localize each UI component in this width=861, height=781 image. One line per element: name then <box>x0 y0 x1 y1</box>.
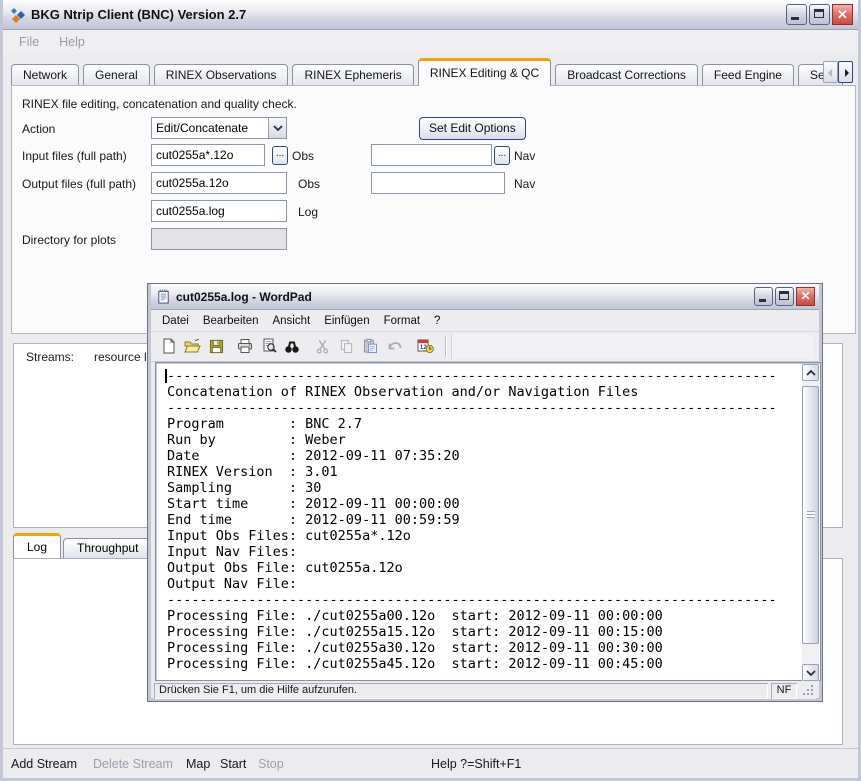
new-document-icon[interactable] <box>159 336 179 356</box>
wordpad-menubar: Datei Bearbeiten Ansicht Einfügen Format… <box>151 310 819 332</box>
tab-rinex-observations[interactable]: RINEX Observations <box>154 64 289 86</box>
wp-menu-bearbeiten[interactable]: Bearbeiten <box>196 313 266 329</box>
maximize-button[interactable] <box>809 4 830 25</box>
wordpad-window: cut0255a.log - WordPad ✕ Datei Bearbeite… <box>148 284 822 701</box>
print-icon[interactable] <box>235 336 255 356</box>
output-obs-suffix-label: Obs <box>298 177 320 191</box>
wp-menu-einfuegen[interactable]: Einfügen <box>317 313 376 329</box>
add-stream-button[interactable]: Add Stream <box>11 757 77 771</box>
tab-throughput[interactable]: Throughput <box>63 538 152 558</box>
date-time-icon[interactable]: 12 <box>415 336 435 356</box>
tab-bar: Network General RINEX Observations RINEX… <box>11 58 856 86</box>
toolbar-empty-area <box>451 334 813 359</box>
save-icon[interactable] <box>206 336 226 356</box>
action-select[interactable]: Edit/Concatenate <box>151 117 287 139</box>
tab-scroll-left-icon[interactable] <box>823 61 838 83</box>
output-nav-field[interactable] <box>371 172 505 194</box>
help-shortcut-button[interactable]: Help ?=Shift+F1 <box>431 757 521 771</box>
wp-menu-hilfe[interactable]: ? <box>427 313 447 329</box>
plots-dir-field <box>151 228 287 250</box>
log-file-text: ----------------------------------------… <box>167 368 777 672</box>
wordpad-toolbar: 12 <box>151 332 819 362</box>
scrollbar-thumb[interactable] <box>802 386 819 644</box>
plots-dir-label: Directory for plots <box>22 233 116 247</box>
tab-rinex-ephemeris[interactable]: RINEX Ephemeris <box>292 64 413 86</box>
copy-icon <box>336 336 356 356</box>
wp-menu-format[interactable]: Format <box>377 313 427 329</box>
tab-network[interactable]: Network <box>11 64 79 86</box>
action-select-value: Edit/Concatenate <box>152 121 268 135</box>
input-nav-field[interactable] <box>371 144 492 166</box>
tab-scroll-buttons <box>823 61 853 83</box>
status-help-text: Drücken Sie F1, um die Hilfe aufzurufen. <box>154 683 768 699</box>
menu-file[interactable]: File <box>11 33 47 51</box>
output-files-label: Output files (full path) <box>22 177 136 191</box>
wordpad-maximize-button[interactable] <box>775 287 794 306</box>
tab-general[interactable]: General <box>83 64 150 86</box>
wordpad-close-button[interactable]: ✕ <box>796 287 815 306</box>
scroll-up-icon[interactable] <box>802 364 819 381</box>
input-obs-browse-button[interactable]: ... <box>272 146 288 165</box>
action-label: Action <box>22 122 55 136</box>
input-obs-field[interactable] <box>151 144 265 166</box>
tab-log[interactable]: Log <box>13 533 61 558</box>
input-obs-suffix-label: Obs <box>292 149 314 163</box>
scroll-down-icon[interactable] <box>802 664 819 681</box>
output-nav-suffix-label: Nav <box>514 177 535 191</box>
wordpad-titlebar[interactable]: cut0255a.log - WordPad ✕ <box>151 284 819 310</box>
paste-icon <box>360 336 380 356</box>
menu-help[interactable]: Help <box>51 33 93 51</box>
stop-button: Stop <box>258 757 284 771</box>
log-suffix-label: Log <box>298 205 318 219</box>
bottom-tab-bar: Log Throughput <box>13 533 154 558</box>
close-button[interactable]: ✕ <box>832 4 853 25</box>
input-files-label: Input files (full path) <box>22 149 127 163</box>
tab-scroll-right-icon[interactable] <box>838 61 853 83</box>
wp-menu-datei[interactable]: Datei <box>155 313 196 329</box>
input-nav-suffix-label: Nav <box>514 149 535 163</box>
wordpad-title: cut0255a.log - WordPad <box>176 290 312 304</box>
map-button[interactable]: Map <box>186 757 210 771</box>
screen: BKG Ntrip Client (BNC) Version 2.7 ✕ Fil… <box>0 0 861 781</box>
set-edit-options-button[interactable]: Set Edit Options <box>419 117 526 140</box>
toolbar-separator <box>445 336 446 357</box>
find-icon[interactable] <box>282 336 302 356</box>
streams-label: Streams: <box>26 350 74 364</box>
resize-grip[interactable] <box>800 683 816 699</box>
window-title: BKG Ntrip Client (BNC) Version 2.7 <box>31 7 246 22</box>
wp-menu-ansicht[interactable]: Ansicht <box>265 313 317 329</box>
cut-icon <box>312 336 332 356</box>
print-preview-icon[interactable] <box>259 336 279 356</box>
log-file-field[interactable] <box>151 200 287 222</box>
wordpad-statusbar: Drücken Sie F1, um die Hilfe aufzurufen.… <box>154 683 816 699</box>
bnc-titlebar[interactable]: BKG Ntrip Client (BNC) Version 2.7 ✕ <box>3 0 858 30</box>
page-description: RINEX file editing, concatenation and qu… <box>22 97 297 111</box>
open-file-icon[interactable] <box>182 336 202 356</box>
wordpad-app-icon <box>156 289 171 304</box>
input-nav-browse-button[interactable]: ... <box>494 146 510 165</box>
minimize-button[interactable] <box>786 4 807 25</box>
vertical-scrollbar[interactable] <box>802 364 819 681</box>
status-nf-indicator: NF <box>771 683 797 699</box>
wordpad-minimize-button[interactable] <box>754 287 773 306</box>
bottom-action-bar: Add Stream Delete Stream Map Start Stop … <box>3 748 858 778</box>
start-button[interactable]: Start <box>220 757 246 771</box>
tab-feed-engine[interactable]: Feed Engine <box>702 64 794 86</box>
undo-icon <box>385 336 405 356</box>
menubar: File Help <box>3 30 858 54</box>
wordpad-document-area[interactable]: ----------------------------------------… <box>155 362 821 681</box>
tab-broadcast-corrections[interactable]: Broadcast Corrections <box>555 64 698 86</box>
chevron-down-icon[interactable] <box>268 118 286 138</box>
delete-stream-button: Delete Stream <box>93 757 173 771</box>
bnc-app-icon <box>10 7 26 23</box>
tab-rinex-editing-qc[interactable]: RINEX Editing & QC <box>418 58 551 86</box>
output-obs-field[interactable] <box>151 172 287 194</box>
